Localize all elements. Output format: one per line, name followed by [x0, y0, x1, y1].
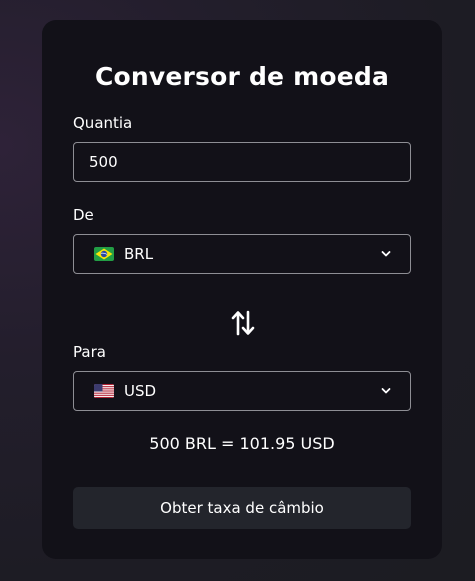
to-label: Para	[73, 343, 106, 361]
from-currency-select[interactable]: BRL	[73, 234, 411, 274]
from-currency-value: BRL	[124, 245, 154, 263]
get-exchange-rate-button[interactable]: Obter taxa de câmbio	[73, 487, 411, 529]
usa-flag-icon	[94, 384, 114, 398]
to-currency-value: USD	[124, 382, 157, 400]
chevron-down-icon	[381, 251, 391, 257]
chevron-down-icon	[381, 388, 391, 394]
converter-card: Conversor de moeda Quantia De BRL Para	[42, 20, 442, 559]
conversion-result: 500 BRL = 101.95 USD	[149, 434, 335, 453]
swap-arrows-icon[interactable]	[231, 310, 255, 336]
converter-title: Conversor de moeda	[94, 62, 390, 91]
amount-label: Quantia	[73, 114, 133, 132]
to-currency-select[interactable]: USD	[73, 371, 411, 411]
amount-input[interactable]	[73, 142, 411, 182]
from-label: De	[73, 206, 94, 224]
brazil-flag-icon	[94, 247, 114, 261]
